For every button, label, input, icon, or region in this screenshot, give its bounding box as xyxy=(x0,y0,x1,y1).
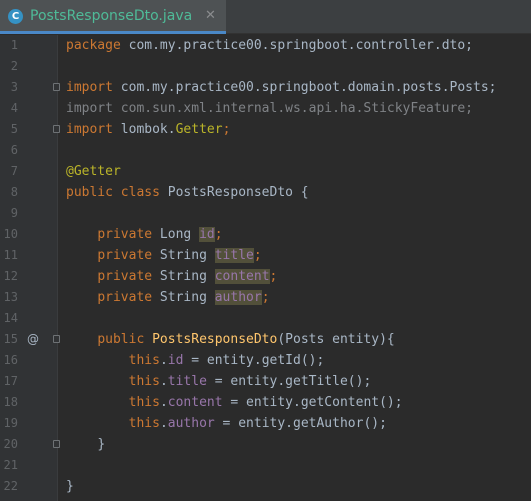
line-number: 11 xyxy=(3,248,18,262)
code-text: this.title = entity.getTitle(); xyxy=(128,374,372,389)
code-line-9[interactable]: 9 xyxy=(0,203,531,224)
code-line-22[interactable]: 22 } xyxy=(0,476,531,497)
code-line-3[interactable]: 3 import com.my.practice00.springboot.do… xyxy=(0,77,531,98)
tab-filename[interactable]: PostsResponseDto.java xyxy=(30,8,192,24)
code-line-14[interactable]: 14 xyxy=(0,308,531,329)
line-number: 7 xyxy=(10,164,18,178)
line-number: 18 xyxy=(3,395,18,409)
line-number: 9 xyxy=(10,206,18,220)
code-line-12[interactable]: 12 private String content; xyxy=(0,266,531,287)
line-number: 15 xyxy=(3,332,18,346)
code-line-8[interactable]: 8 public class PostsResponseDto { xyxy=(0,182,531,203)
code-text: private Long id; xyxy=(97,227,223,242)
code-text: this.author = entity.getAuthor(); xyxy=(128,416,387,431)
fold-toggle-icon[interactable] xyxy=(53,335,60,343)
line-number: 3 xyxy=(10,80,18,94)
code-line-20[interactable]: 20 } xyxy=(0,434,531,455)
code-text: this.id = entity.getId(); xyxy=(128,353,325,368)
code-line-6[interactable]: 6 xyxy=(0,140,531,161)
code-text: } xyxy=(97,437,106,452)
fold-toggle-icon[interactable] xyxy=(53,440,60,448)
code-text: package com.my.practice00.springboot.con… xyxy=(66,38,473,53)
code-text: this.content = entity.getContent(); xyxy=(128,395,403,410)
line-number: 12 xyxy=(3,269,18,283)
file-tab-postsresponsedto[interactable]: C PostsResponseDto.java ✕ xyxy=(0,0,226,34)
code-line-17[interactable]: 17 this.title = entity.getTitle(); xyxy=(0,371,531,392)
unused-import-text: import com.sun.xml.internal.ws.api.ha.St… xyxy=(66,101,473,116)
line-number: 10 xyxy=(3,227,18,241)
code-line-21[interactable]: 21 xyxy=(0,455,531,476)
code-text: } xyxy=(66,479,74,494)
line-number: 16 xyxy=(3,353,18,367)
line-number: 13 xyxy=(3,290,18,304)
line-number: 1 xyxy=(10,38,18,52)
code-line-5[interactable]: 5 import lombok.Getter; xyxy=(0,119,531,140)
code-text: public class PostsResponseDto { xyxy=(66,185,309,200)
code-text: import com.my.practice00.springboot.doma… xyxy=(66,80,497,95)
line-number: 8 xyxy=(10,185,18,199)
line-number: 17 xyxy=(3,374,18,388)
code-text: @Getter xyxy=(66,164,121,179)
fold-toggle-icon[interactable] xyxy=(53,125,60,133)
code-line-1[interactable]: 1 package com.my.practice00.springboot.c… xyxy=(0,35,531,56)
line-number: 5 xyxy=(10,122,18,136)
close-tab-icon[interactable]: ✕ xyxy=(205,8,216,23)
line-number: 19 xyxy=(3,416,18,430)
code-text: import lombok.Getter; xyxy=(66,122,231,137)
line-number: 2 xyxy=(10,59,18,73)
code-line-18[interactable]: 18 this.content = entity.getContent(); xyxy=(0,392,531,413)
code-line-2[interactable]: 2 xyxy=(0,56,531,77)
code-line-7[interactable]: 7 @Getter xyxy=(0,161,531,182)
line-number: 20 xyxy=(3,437,18,451)
code-editor[interactable]: 1 package com.my.practice00.springboot.c… xyxy=(0,35,531,501)
line-number: 21 xyxy=(3,458,18,472)
code-text: private String title; xyxy=(97,248,262,263)
line-number: 14 xyxy=(3,311,18,325)
code-line-11[interactable]: 11 private String title; xyxy=(0,245,531,266)
code-text: public PostsResponseDto(Posts entity){ xyxy=(97,332,395,347)
code-line-19[interactable]: 19 this.author = entity.getAuthor(); xyxy=(0,413,531,434)
override-marker-icon[interactable]: @ xyxy=(27,329,39,350)
code-text: private String content; xyxy=(97,269,278,284)
line-number: 22 xyxy=(3,479,18,493)
code-line-15[interactable]: 15 @ public PostsResponseDto(Posts entit… xyxy=(0,329,531,350)
code-line-13[interactable]: 13 private String author; xyxy=(0,287,531,308)
code-text: private String author; xyxy=(97,290,270,305)
line-number: 4 xyxy=(10,101,18,115)
line-number: 6 xyxy=(10,143,18,157)
editor-tab-bar: C PostsResponseDto.java ✕ xyxy=(0,0,531,34)
code-line-16[interactable]: 16 this.id = entity.getId(); xyxy=(0,350,531,371)
fold-toggle-icon[interactable] xyxy=(53,83,60,91)
java-class-icon: C xyxy=(8,9,23,24)
code-line-4[interactable]: 4 import com.sun.xml.internal.ws.api.ha.… xyxy=(0,98,531,119)
code-line-10[interactable]: 10 private Long id; xyxy=(0,224,531,245)
